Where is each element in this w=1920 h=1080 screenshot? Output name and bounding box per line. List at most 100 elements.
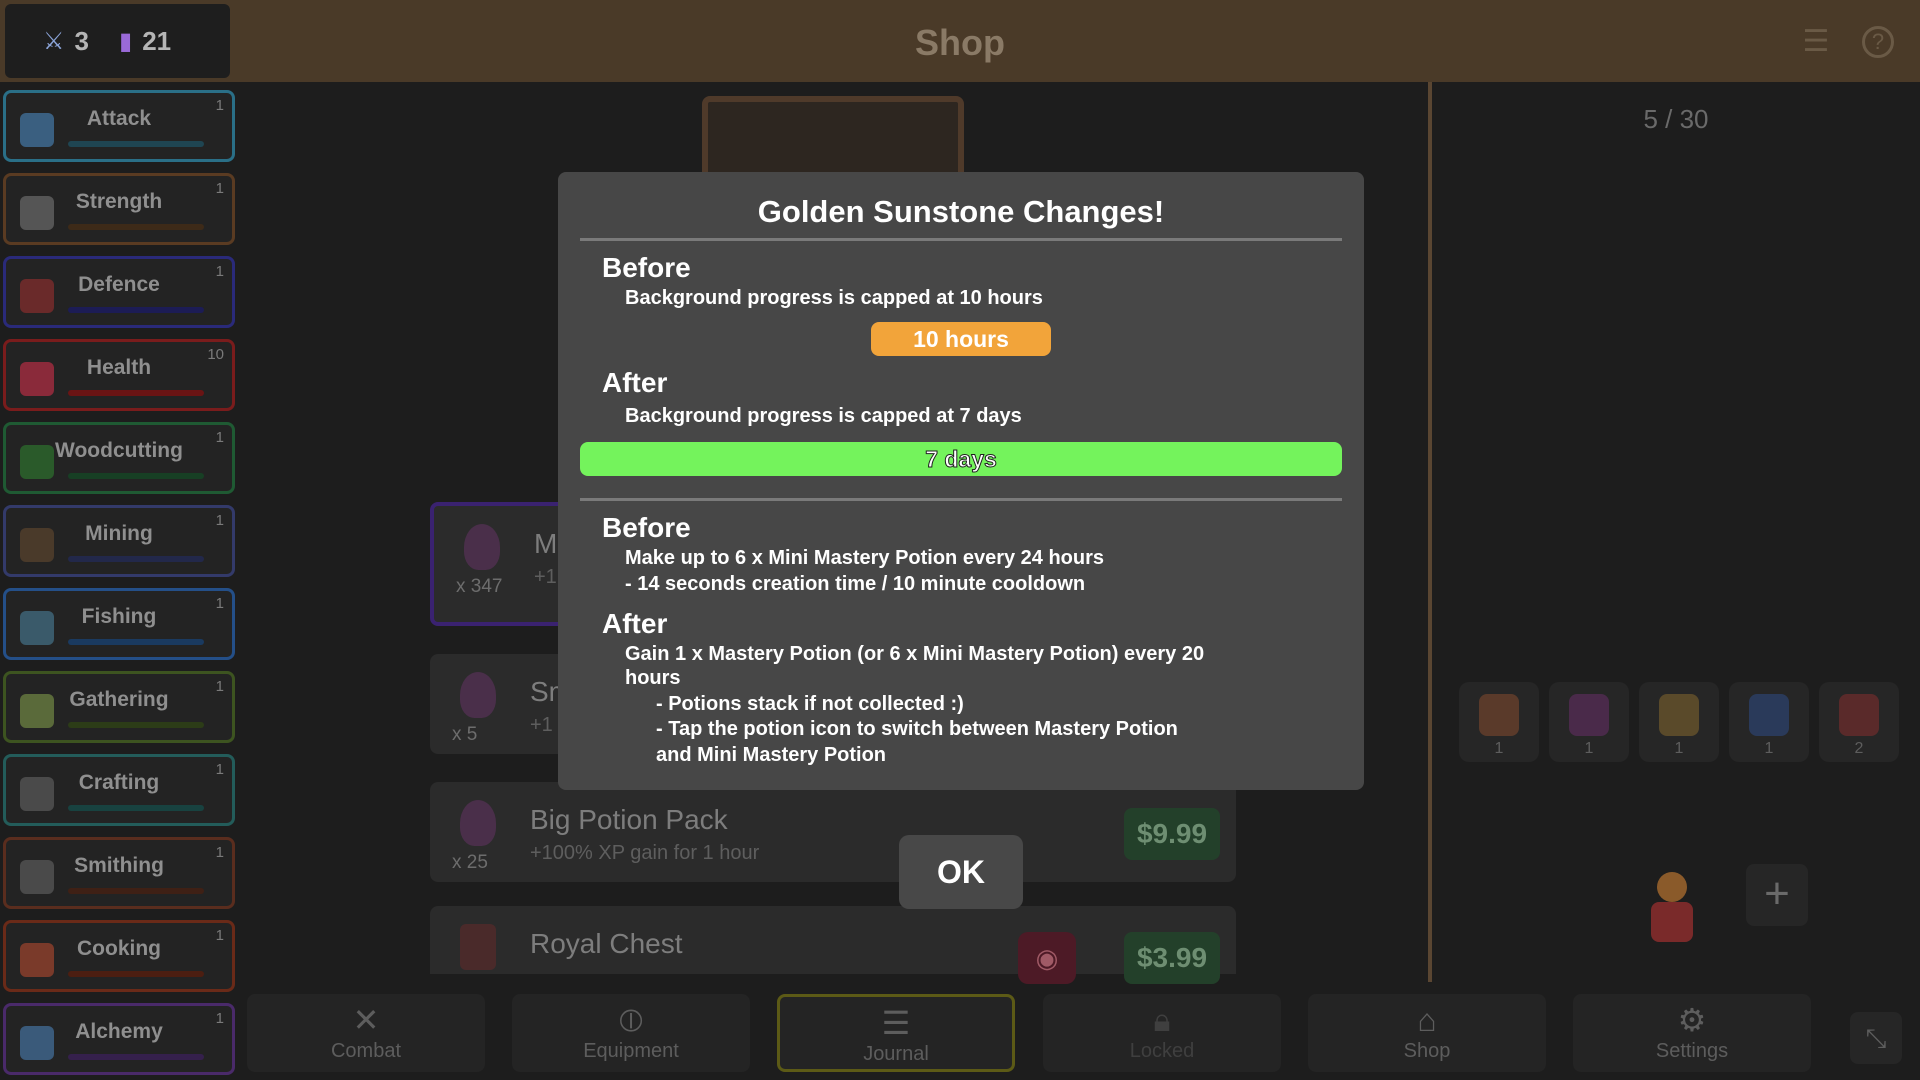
skill-level: 1 — [215, 1010, 224, 1027]
section-text: - 14 seconds creation time / 10 minute c… — [625, 573, 1086, 595]
slot-count: 2 — [1854, 740, 1864, 757]
old-cap-pill: 10 hours — [871, 322, 1051, 356]
top-bar: ⚔ 3 ▮ 21 Shop ☰ ? — [0, 0, 1920, 82]
gear-icon: ⚙ — [1677, 1002, 1707, 1038]
section-text: Background progress is capped at 10 hour… — [625, 287, 1043, 309]
store-icon: ⌂ — [1417, 1002, 1437, 1038]
shop-item-card[interactable]: x 25 Big Potion Pack +100% XP gain for 1… — [430, 782, 1236, 882]
skill-xp-bar — [68, 141, 204, 147]
inventory-slot[interactable]: 2 — [1819, 682, 1899, 762]
add-button[interactable]: + — [1746, 864, 1808, 926]
skill-xp-bar — [68, 722, 204, 728]
skill-level: 1 — [215, 429, 224, 446]
skill-label: Crafting — [78, 771, 160, 794]
item-quantity: x 5 — [452, 724, 478, 745]
item-description: +1 — [530, 714, 553, 736]
skill-level: 1 — [215, 678, 224, 695]
inventory-panel: 5 / 30 1 1 1 1 2 + — [1432, 82, 1920, 982]
skill-fishing[interactable]: Fishing 1 — [3, 588, 235, 660]
changes-dialog: Golden Sunstone Changes! Before Backgrou… — [558, 172, 1364, 790]
potion-icon — [460, 800, 496, 846]
skill-label: Cooking — [77, 937, 161, 960]
bullet-text: - Tap the potion icon to switch between … — [656, 718, 1178, 740]
price-button[interactable]: $3.99 — [1124, 932, 1220, 984]
section-text: Gain 1 x Mastery Potion (or 6 x Mini Mas… — [625, 643, 1205, 665]
item-name: Royal Chest — [530, 928, 683, 959]
potion-icon — [464, 524, 500, 570]
skill-attack[interactable]: Attack 1 — [3, 90, 235, 162]
skill-level: 1 — [215, 595, 224, 612]
dialog-title: Golden Sunstone Changes! — [757, 194, 1165, 229]
skill-xp-bar — [68, 805, 204, 811]
bucket-icon — [1569, 694, 1609, 736]
eye-icon[interactable]: ◉ — [1018, 932, 1076, 984]
inventory-slot[interactable]: 1 — [1459, 682, 1539, 762]
skill-level: 1 — [215, 927, 224, 944]
skill-xp-bar — [68, 639, 204, 645]
bullet-text: - Potions stack if not collected :) — [656, 693, 964, 715]
shop-item-card[interactable]: Royal Chest ◉ $3.99 — [430, 906, 1236, 984]
nav-label: Shop — [1403, 1040, 1451, 1062]
skill-level: 1 — [215, 180, 224, 197]
chest-icon — [460, 924, 496, 970]
skill-label: Health — [86, 356, 152, 379]
skill-defence[interactable]: Defence 1 — [3, 256, 235, 328]
skill-label: Smithing — [74, 854, 164, 877]
skill-smithing[interactable]: Smithing 1 — [3, 837, 235, 909]
nav-label: Settings — [1655, 1040, 1729, 1062]
crossed-swords-icon: ✕ — [352, 1002, 380, 1038]
skill-xp-bar — [68, 556, 204, 562]
section-text: hours — [625, 667, 681, 689]
skill-label: Defence — [78, 273, 160, 296]
nav-label: Combat — [330, 1040, 402, 1062]
skill-level: 1 — [215, 263, 224, 280]
divider — [580, 498, 1342, 501]
chest-icon — [1839, 694, 1879, 736]
price-button[interactable]: $9.99 — [1124, 808, 1220, 860]
nav-settings[interactable]: ⚙ Settings — [1573, 994, 1811, 1072]
help-icon[interactable]: ? — [1862, 26, 1894, 58]
nav-locked[interactable]: 🔒︎ Locked — [1043, 994, 1281, 1072]
skill-mining[interactable]: Mining 1 — [3, 505, 235, 577]
nav-combat[interactable]: ✕ Combat — [247, 994, 485, 1072]
section-heading: After — [602, 608, 668, 639]
skill-strength[interactable]: Strength 1 — [3, 173, 235, 245]
skill-alchemy[interactable]: Alchemy 1 — [3, 1003, 235, 1075]
inventory-slot[interactable]: 1 — [1639, 682, 1719, 762]
skill-woodcutting[interactable]: Woodcutting 1 — [3, 422, 235, 494]
ok-button[interactable]: OK — [899, 835, 1023, 909]
section-text: Background progress is capped at 7 days — [625, 405, 1022, 427]
game-screen: ⚔ 3 ▮ 21 Shop ☰ ? Attack 1 Strength 1 De… — [0, 0, 1920, 1080]
filter-list-icon[interactable]: ☰ — [1800, 26, 1832, 58]
skill-gathering[interactable]: Gathering 1 — [3, 671, 235, 743]
slot-count: 1 — [1584, 740, 1594, 757]
new-cap-bar: 7 days — [580, 442, 1342, 476]
list-icon: ☰ — [881, 1005, 911, 1041]
potion-icon — [460, 672, 496, 718]
item-name: M — [534, 528, 558, 559]
skill-health[interactable]: Health 10 — [3, 339, 235, 411]
character-avatar-icon[interactable] — [1637, 862, 1707, 962]
collapse-icon[interactable]: ⤡ — [1850, 1012, 1902, 1064]
page-title: Shop — [915, 22, 1005, 63]
skill-label: Woodcutting — [55, 439, 183, 462]
nav-journal[interactable]: ☰ Journal — [777, 994, 1015, 1072]
inventory-slot[interactable]: 1 — [1729, 682, 1809, 762]
skill-crafting[interactable]: Crafting 1 — [3, 754, 235, 826]
inventory-slot[interactable]: 1 — [1549, 682, 1629, 762]
skill-xp-bar — [68, 390, 204, 396]
skill-label: Fishing — [81, 605, 157, 628]
nav-equipment[interactable]: ⦶ Equipment — [512, 994, 750, 1072]
skill-level: 1 — [215, 97, 224, 114]
section-text: Make up to 6 x Mini Mastery Potion every… — [625, 547, 1105, 569]
skill-label: Strength — [75, 190, 163, 213]
section-heading: Before — [602, 512, 691, 543]
skill-xp-bar — [68, 224, 204, 230]
nav-shop[interactable]: ⌂ Shop — [1308, 994, 1546, 1072]
skill-cooking[interactable]: Cooking 1 — [3, 920, 235, 992]
skill-xp-bar — [68, 307, 204, 313]
log-icon — [1479, 694, 1519, 736]
shield-icon: ⦶ — [619, 1002, 643, 1038]
skill-level: 1 — [215, 844, 224, 861]
divider — [580, 238, 1342, 241]
